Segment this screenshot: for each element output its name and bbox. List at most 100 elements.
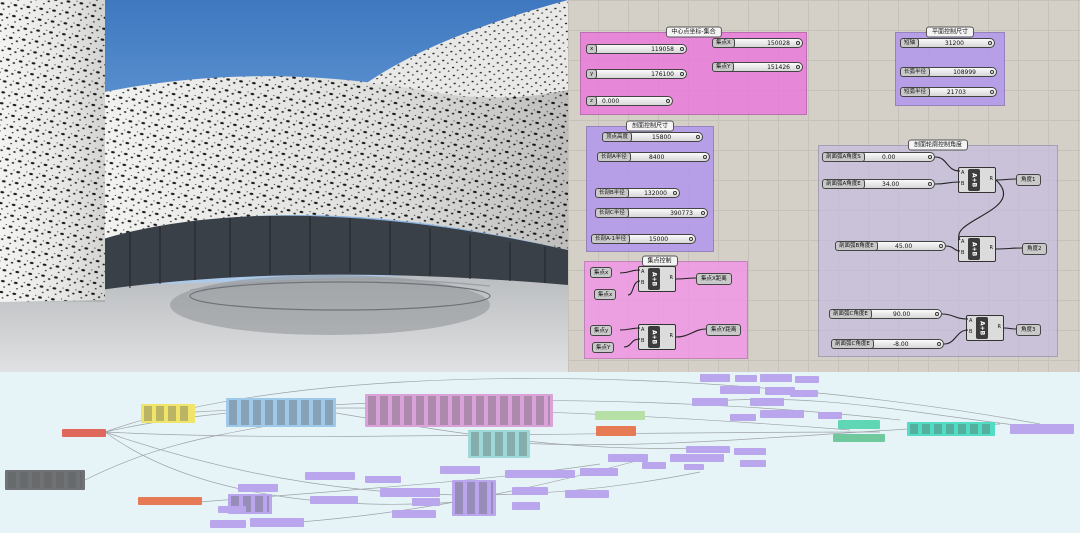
overview-node[interactable] — [580, 468, 618, 476]
overview-node[interactable] — [740, 460, 766, 467]
slider-x[interactable]: x 119058 — [586, 44, 687, 54]
input-b-pin[interactable]: B — [641, 338, 644, 344]
slider-short-axis[interactable]: 短轴 31200 — [900, 38, 995, 48]
slider-z[interactable]: z 0.000 — [586, 96, 673, 106]
slider-long-c-radius[interactable]: 长剖C半径 390773 — [595, 208, 708, 218]
input-b-pin[interactable]: B — [961, 181, 964, 187]
param-set-y-distance[interactable]: 集点Y距离 — [706, 324, 742, 336]
overview-group-pink[interactable] — [365, 394, 553, 427]
slider-c-angle-e1[interactable]: 剖面弧C角度E 90.00 — [829, 309, 942, 319]
addition-component-y[interactable]: A B A+B R — [638, 324, 676, 350]
overview-node[interactable] — [512, 487, 548, 495]
slider-apex-height-value: 15800 — [652, 134, 672, 141]
overview-node[interactable] — [218, 506, 246, 513]
output-r-pin[interactable]: R — [990, 176, 993, 182]
output-r-pin[interactable]: R — [990, 245, 993, 251]
addition-component-angle-2[interactable]: A B A+B R — [958, 236, 996, 262]
overview-node[interactable] — [608, 454, 648, 462]
slider-set-y[interactable]: 集点Y 151426 — [712, 62, 803, 72]
slider-set-x[interactable]: 集点X 150028 — [712, 38, 803, 48]
overview-node-green[interactable] — [595, 411, 645, 420]
overview-group-cyan[interactable] — [907, 422, 995, 436]
overview-node[interactable] — [310, 496, 358, 504]
overview-node[interactable] — [734, 448, 766, 455]
input-b-pin[interactable]: B — [641, 280, 644, 286]
slider-long-a1-radius[interactable]: 长剖A-1半径 15000 — [591, 234, 696, 244]
overview-node[interactable] — [735, 375, 757, 382]
input-a-pin[interactable]: A — [961, 239, 964, 245]
overview-node[interactable] — [440, 466, 480, 474]
addition-component-angle-1[interactable]: A B A+B R — [958, 167, 996, 193]
overview-node[interactable] — [238, 484, 278, 492]
slider-c-angle-e2[interactable]: 剖面弧C角度E -8.00 — [831, 339, 944, 349]
input-b-pin[interactable]: B — [969, 329, 972, 335]
overview-node[interactable] — [686, 446, 730, 453]
overview-node[interactable] — [670, 454, 724, 462]
output-r-pin[interactable]: R — [670, 333, 673, 339]
slider-apex-height[interactable]: 顶点高度 15800 — [602, 132, 703, 142]
overview-node[interactable] — [305, 472, 355, 480]
param-angle-3[interactable]: 角度3 — [1016, 324, 1041, 336]
slider-b-angle-e[interactable]: 剖面弧B角度E 45.00 — [835, 241, 946, 251]
overview-node[interactable] — [642, 462, 666, 469]
input-a-pin[interactable]: A — [961, 170, 964, 176]
overview-node[interactable] — [818, 412, 842, 419]
overview-node-red-3[interactable] — [138, 497, 202, 505]
slider-long-a-radius[interactable]: 长剖A半径 8400 — [597, 152, 710, 162]
slider-long-radius[interactable]: 长弧半径 108999 — [900, 67, 997, 77]
input-a-pin[interactable]: A — [641, 327, 644, 333]
overview-node[interactable] — [210, 520, 246, 528]
slider-y[interactable]: y 176100 — [586, 69, 687, 79]
input-b-pin[interactable]: B — [961, 250, 964, 256]
overview-node[interactable] — [730, 414, 756, 421]
overview-node-mint-2[interactable] — [833, 434, 885, 442]
overview-node-cluster[interactable] — [452, 480, 496, 516]
param-set-y-2[interactable]: 集点Y — [592, 342, 615, 353]
param-set-x[interactable]: 集点x — [590, 267, 613, 278]
param-set-x-distance[interactable]: 集点X距离 — [696, 273, 732, 285]
param-set-x-2[interactable]: 集点x — [594, 289, 617, 300]
overview-node-violet-end[interactable] — [1010, 424, 1074, 434]
overview-node-red-2[interactable] — [596, 426, 636, 436]
addition-component-x[interactable]: A B A+B R — [638, 266, 676, 292]
input-a-pin[interactable]: A — [969, 318, 972, 324]
output-r-pin[interactable]: R — [998, 324, 1001, 330]
overview-node[interactable] — [505, 470, 575, 478]
overview-node[interactable] — [392, 510, 436, 518]
overview-node[interactable] — [760, 374, 792, 382]
overview-node[interactable] — [760, 410, 804, 418]
slider-long-b-radius[interactable]: 长剖B半径 132000 — [595, 188, 680, 198]
overview-node[interactable] — [720, 386, 760, 394]
addition-component-angle-3[interactable]: A B A+B R — [966, 315, 1004, 341]
overview-node[interactable] — [684, 464, 704, 470]
overview-node[interactable] — [700, 374, 730, 382]
overview-node[interactable] — [380, 488, 440, 497]
overview-node[interactable] — [790, 390, 818, 397]
overview-group-teal[interactable] — [468, 430, 530, 458]
overview-node[interactable] — [750, 398, 784, 406]
slider-c-angle-e2-value: -8.00 — [893, 341, 909, 348]
overview-group-gray[interactable] — [5, 470, 85, 490]
overview-node[interactable] — [692, 398, 728, 406]
param-angle-2[interactable]: 角度2 — [1022, 243, 1047, 255]
overview-node[interactable] — [795, 376, 819, 383]
overview-node[interactable] — [512, 502, 540, 510]
definition-overview[interactable] — [0, 372, 1080, 533]
slider-short-radius[interactable]: 短弧半径 21703 — [900, 87, 997, 97]
param-set-y[interactable]: 集点y — [590, 325, 613, 336]
overview-group-blue[interactable] — [226, 398, 336, 427]
grasshopper-canvas[interactable]: 中心点坐标-集合 x 119058 y 176100 z 0.000 集点X 1… — [568, 0, 1080, 372]
overview-node-red-1[interactable] — [62, 429, 106, 437]
overview-node[interactable] — [565, 490, 609, 498]
overview-node[interactable] — [365, 476, 401, 483]
output-r-pin[interactable]: R — [670, 275, 673, 281]
input-a-pin[interactable]: A — [641, 269, 644, 275]
param-angle-1[interactable]: 角度1 — [1016, 174, 1041, 186]
overview-node[interactable] — [250, 518, 304, 527]
slider-y-output-icon — [680, 72, 684, 76]
overview-node[interactable] — [412, 498, 440, 506]
overview-group-yellow[interactable] — [141, 404, 195, 423]
overview-node-mint-1[interactable] — [838, 420, 880, 429]
slider-a-angle-s[interactable]: 剖面弧A角度S 0.00 — [822, 152, 935, 162]
slider-a-angle-e[interactable]: 剖面弧A角度E 34.00 — [822, 179, 935, 189]
